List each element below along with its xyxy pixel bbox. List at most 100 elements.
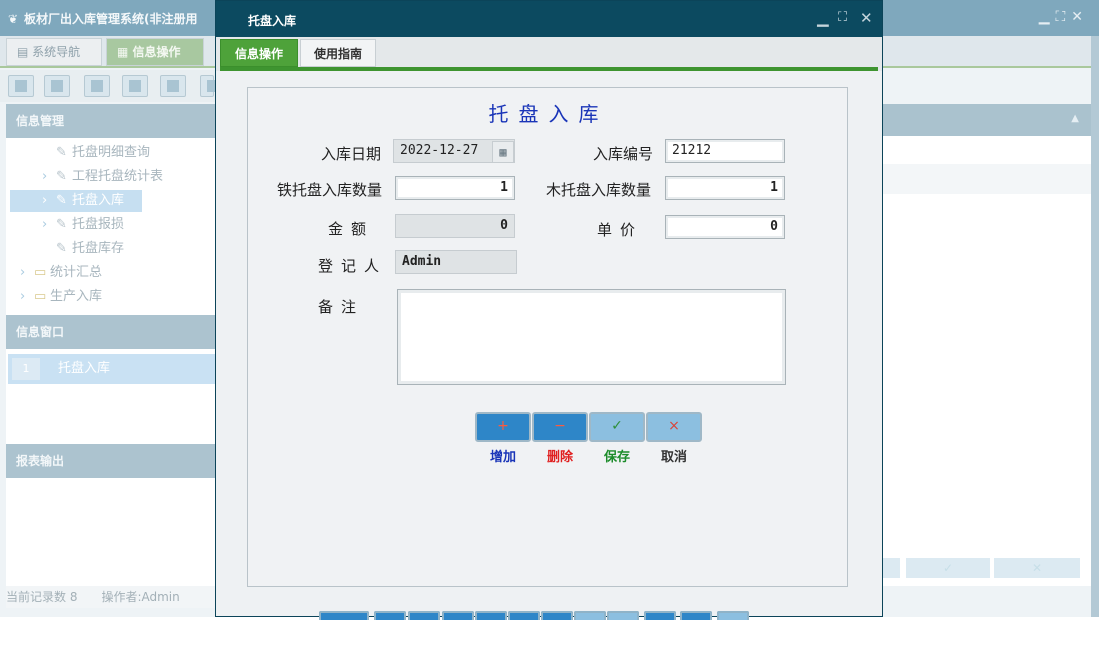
close-icon[interactable]: ✕: [860, 10, 873, 26]
document-tool-icon[interactable]: [84, 75, 110, 97]
chevron-right-icon: ›: [42, 193, 48, 208]
leaf-icon: ✎: [56, 145, 67, 160]
tab-system-nav[interactable]: ▤ 系统导航: [6, 38, 102, 66]
collapse-up-icon[interactable]: ▲: [1071, 113, 1079, 124]
form-panel: 托盘入库 入库日期 2022-12-27 ▦ 入库编号 21212 铁托盘入库数…: [247, 87, 848, 587]
user-tool-icon[interactable]: [122, 75, 148, 97]
nav-button[interactable]: [574, 611, 606, 620]
tree-item-pallet-damage[interactable]: › ✎ 托盘报损: [42, 214, 124, 236]
app-title-text: 板材厂出入库管理系统(非注册用: [24, 12, 198, 26]
nav-button[interactable]: [508, 611, 540, 620]
tree-item-pallet-detail[interactable]: ✎ 托盘明细查询: [42, 142, 150, 164]
leaf-icon: ✎: [56, 169, 67, 184]
record-nav-toolbar: [216, 609, 882, 620]
nav-first-button[interactable]: [319, 611, 369, 620]
code-label: 入库编号: [593, 145, 654, 163]
folder-icon: ▭: [34, 265, 47, 280]
bg-save-button[interactable]: ✓: [906, 558, 990, 578]
app-logo-icon: ❦: [8, 12, 19, 26]
remarks-label: 备注: [318, 298, 365, 316]
nav-button[interactable]: [408, 611, 440, 620]
tree-item-pallet-inbound[interactable]: › ✎ 托盘入库: [10, 190, 142, 212]
tab-underline: [220, 67, 878, 71]
list-tool-icon[interactable]: [44, 75, 70, 97]
leaf-icon: ✎: [56, 193, 67, 208]
app-toolbar: [0, 70, 219, 102]
recorder-label: 登记人: [318, 257, 388, 275]
price-label: 单价: [597, 221, 644, 239]
save-label[interactable]: 保存: [589, 446, 645, 465]
date-field[interactable]: 2022-12-27 ▦: [393, 139, 515, 163]
record-count: 当前记录数 8: [6, 590, 78, 604]
status-bar: 当前记录数 8 操作者:Admin: [6, 586, 215, 608]
main-panel-subheader: [880, 164, 1091, 194]
cancel-button[interactable]: ×: [646, 412, 702, 442]
tab-info-operation[interactable]: 信息操作: [220, 39, 298, 67]
minimize-icon[interactable]: ▁: [817, 10, 829, 26]
code-field[interactable]: 21212: [665, 139, 785, 163]
bg-delete-button[interactable]: [880, 558, 900, 578]
recorder-field[interactable]: Admin: [395, 250, 517, 274]
nav-last-button[interactable]: [717, 611, 749, 620]
iron-pallet-label: 铁托盘入库数量: [277, 181, 383, 199]
tree-item-statistics[interactable]: › ▭ 统计汇总: [20, 262, 102, 284]
nav-button[interactable]: [541, 611, 573, 620]
sidebar-section-info[interactable]: 信息管理: [6, 104, 215, 138]
form-heading: 托盘入库: [488, 102, 609, 126]
save-button[interactable]: ✓: [589, 412, 645, 442]
nav-prev-button[interactable]: [374, 611, 406, 620]
chevron-right-icon: ›: [42, 217, 48, 232]
bg-cancel-button[interactable]: ✕: [994, 558, 1080, 578]
wood-pallet-field[interactable]: 1: [665, 176, 785, 200]
print-tool-icon[interactable]: [160, 75, 186, 97]
chevron-right-icon: ›: [20, 289, 26, 304]
tab-info-operation[interactable]: ▦ 信息操作: [106, 38, 204, 66]
sidebar: 信息管理 ✎ 托盘明细查询 › ✎ 工程托盘统计表 › ✎ 托盘入库 › ✎ 托盘报损 ✎ 托盘…: [6, 104, 215, 586]
window-item-pallet-inbound[interactable]: 1 托盘入库: [8, 354, 215, 384]
tree-item-project-stats[interactable]: › ✎ 工程托盘统计表: [42, 166, 163, 188]
app-title: ❦ 板材厂出入库管理系统(非注册用: [8, 10, 198, 27]
dialog-titlebar[interactable]: 托盘入库 ▁ ⛶ ✕: [216, 1, 882, 37]
wood-pallet-label: 木托盘入库数量: [546, 181, 652, 199]
date-label: 入库日期: [321, 145, 382, 163]
add-label[interactable]: 增加: [475, 446, 531, 465]
sidebar-section-report[interactable]: 报表输出: [6, 444, 215, 478]
iron-pallet-field[interactable]: 1: [395, 176, 515, 200]
amount-field[interactable]: 0: [395, 214, 515, 238]
chevron-right-icon: ›: [20, 265, 26, 280]
dialog-title: 托盘入库: [248, 14, 297, 28]
folder-icon: ▭: [34, 289, 47, 304]
window-item-number: 1: [12, 358, 40, 380]
delete-label[interactable]: 删除: [532, 446, 588, 465]
nav-button[interactable]: [475, 611, 507, 620]
window-edge: [1091, 36, 1099, 617]
nav-button[interactable]: [442, 611, 474, 620]
tab-user-guide[interactable]: 使用指南: [300, 39, 376, 67]
nav-next-button[interactable]: [680, 611, 712, 620]
nav-button[interactable]: [644, 611, 676, 620]
date-value: 2022-12-27: [400, 143, 479, 158]
more-tool-icon[interactable]: [200, 75, 219, 97]
tree-item-pallet-stock[interactable]: ✎ 托盘库存: [42, 238, 124, 260]
add-button[interactable]: +: [475, 412, 531, 442]
leaf-icon: ✎: [56, 217, 67, 232]
chevron-right-icon: ›: [42, 169, 48, 184]
main-panel-header: ▲: [880, 104, 1091, 136]
main-panel: [880, 136, 1091, 586]
sidebar-section-window[interactable]: 信息窗口: [6, 315, 215, 349]
maximize-icon[interactable]: ⛶: [838, 10, 847, 26]
price-field[interactable]: 0: [665, 215, 785, 239]
remarks-textarea[interactable]: [397, 289, 786, 385]
calendar-icon[interactable]: ▦: [492, 141, 514, 162]
leaf-icon: ✎: [56, 241, 67, 256]
search-tool-icon[interactable]: [8, 75, 34, 97]
amount-label: 金额: [328, 220, 375, 238]
cancel-label[interactable]: 取消: [646, 446, 702, 465]
app-window-controls[interactable]: ▁⛶✕: [1039, 9, 1089, 25]
tree-item-production-inbound[interactable]: › ▭ 生产入库: [20, 286, 102, 308]
dialog-tabbar: 信息操作 使用指南: [216, 37, 882, 71]
pallet-inbound-dialog: 托盘入库 ▁ ⛶ ✕ 信息操作 使用指南 托盘入库 入库日期 2022-12-2…: [215, 0, 883, 620]
delete-button[interactable]: −: [532, 412, 588, 442]
operator-name: 操作者:Admin: [101, 590, 180, 604]
nav-button[interactable]: [607, 611, 639, 620]
